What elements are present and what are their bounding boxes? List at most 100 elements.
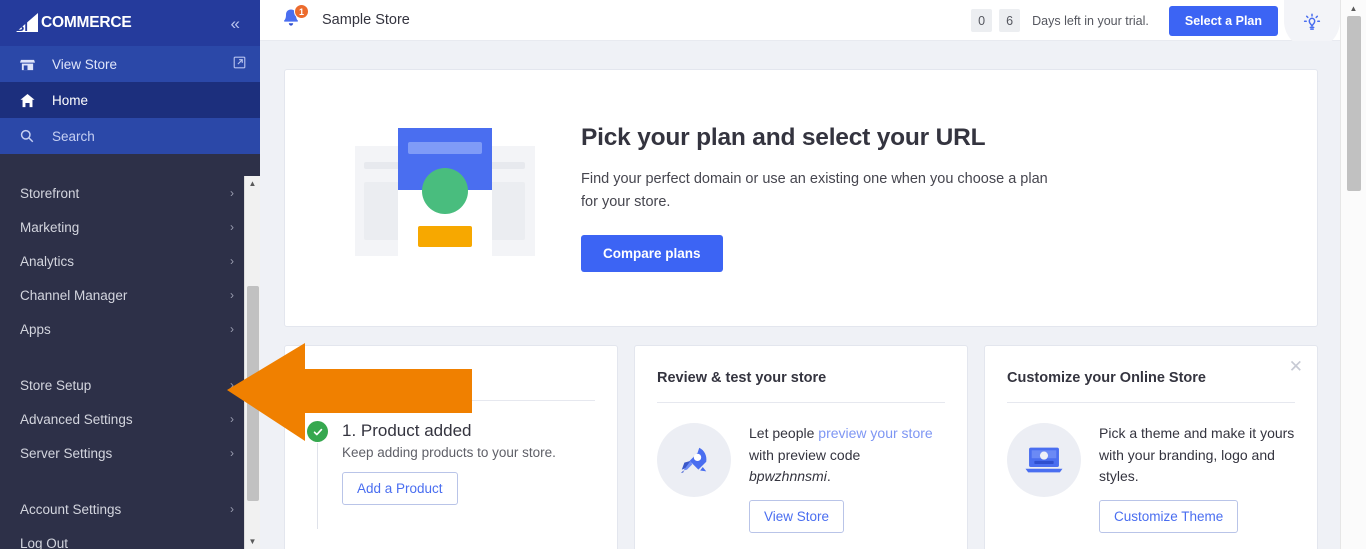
close-icon[interactable]: ✕: [1289, 358, 1303, 375]
search-icon: [20, 129, 40, 143]
card-title: Customize your Online Store: [1007, 370, 1295, 403]
logo-text: COMMERCE: [41, 14, 132, 32]
sidebar-scrollbar-thumb[interactable]: [247, 286, 259, 501]
sidebar-nav-scroll-area: Storefront › Marketing › Analytics › Cha…: [0, 176, 260, 549]
store-name: Sample Store: [322, 12, 410, 28]
sidebar-item-label: Account Settings: [20, 501, 122, 517]
sidebar-item-label: Marketing: [20, 219, 80, 235]
sidebar-item-channel-manager[interactable]: Channel Manager ›: [0, 278, 260, 312]
card-next-steps: RS 1. Product added Keep adding products…: [284, 345, 618, 549]
trial-days-digit-1: 0: [971, 9, 993, 32]
sidebar-item-label: Server Settings: [20, 445, 113, 461]
step-title: 1. Product added: [342, 421, 472, 440]
hero-banner: Pick your plan and select your URL Find …: [284, 69, 1318, 327]
sidebar-item-apps[interactable]: Apps ›: [0, 312, 260, 346]
step-rail: [317, 443, 318, 529]
cards-row: RS 1. Product added Keep adding products…: [284, 345, 1318, 549]
chevron-right-icon: ›: [230, 322, 234, 336]
step-body: 1. Product added Keep adding products to…: [342, 421, 595, 505]
preview-text-before: Let people: [749, 425, 819, 441]
customize-theme-button[interactable]: Customize Theme: [1099, 500, 1239, 534]
home-icon: [20, 93, 40, 108]
chevron-right-icon: ›: [230, 254, 234, 268]
sidebar-item-account-settings[interactable]: Account Settings ›: [0, 492, 260, 526]
main-area: 1 Sample Store 0 6 Days left in your tri…: [260, 0, 1366, 549]
collapse-sidebar-button[interactable]: «: [227, 13, 244, 34]
page-scrollbar-thumb[interactable]: [1347, 16, 1361, 191]
sidebar-scrollbar[interactable]: ▲ ▼: [244, 176, 260, 549]
sidebar-item-label: Home: [52, 92, 89, 108]
scroll-down-arrow-icon[interactable]: ▼: [245, 534, 260, 549]
bigcommerce-logo[interactable]: BI COMMERCE: [14, 12, 132, 34]
scroll-up-arrow-icon[interactable]: ▲: [1341, 0, 1366, 16]
chevron-right-icon: ›: [230, 446, 234, 460]
svg-text:BI: BI: [15, 19, 28, 34]
chevron-right-icon: ›: [230, 502, 234, 516]
bigcommerce-logo-icon: BI: [14, 12, 40, 34]
select-a-plan-button[interactable]: Select a Plan: [1168, 5, 1278, 36]
lightbulb-icon: [1303, 13, 1321, 30]
sidebar-item-label: Search: [52, 128, 95, 144]
trial-text: Days left in your trial.: [1032, 13, 1149, 28]
card-customize-store: ✕ Customize your Online Store Pick a the…: [984, 345, 1318, 549]
chevron-right-icon: ›: [230, 378, 234, 392]
hero-body: Pick your plan and select your URL Find …: [575, 124, 1287, 272]
card-media-row: Let people preview your store with previ…: [657, 423, 945, 534]
card-media-body: Let people preview your store with previ…: [749, 423, 945, 534]
sidebar-item-home[interactable]: Home: [0, 82, 260, 118]
sidebar-item-label: Channel Manager: [20, 287, 128, 303]
sidebar-item-label: Store Setup: [20, 377, 92, 393]
sidebar-item-analytics[interactable]: Analytics ›: [0, 244, 260, 278]
compare-plans-button[interactable]: Compare plans: [581, 234, 723, 272]
store-icon: [20, 57, 40, 72]
page-scrollbar[interactable]: ▲: [1340, 0, 1366, 549]
chevron-right-icon: ›: [230, 220, 234, 234]
view-store-button[interactable]: View Store: [749, 500, 845, 534]
card-media-row: Pick a theme and make it yours with your…: [1007, 423, 1295, 534]
customize-description: Pick a theme and make it yours with your…: [1099, 425, 1295, 485]
chevron-right-icon: ›: [230, 288, 234, 302]
sidebar-group-divider: [0, 346, 260, 368]
sidebar-item-label: Advanced Settings: [20, 411, 133, 427]
preview-description: Let people preview your store with previ…: [749, 423, 945, 488]
notification-badge: 1: [294, 4, 309, 19]
add-a-product-button[interactable]: Add a Product: [342, 472, 458, 505]
sidebar-item-label: Storefront: [20, 185, 80, 201]
step-item: 1. Product added Keep adding products to…: [307, 421, 595, 529]
card-media-body: Pick a theme and make it yours with your…: [1099, 423, 1295, 534]
trial-status: 0 6 Days left in your trial. Select a Pl…: [971, 0, 1278, 41]
check-circle-icon: [307, 421, 328, 442]
rocket-icon: [657, 423, 731, 497]
sidebar-item-server-settings[interactable]: Server Settings ›: [0, 436, 260, 470]
top-bar: 1 Sample Store 0 6 Days left in your tri…: [260, 0, 1366, 49]
hero-title: Pick your plan and select your URL: [581, 124, 986, 152]
sidebar-item-storefront[interactable]: Storefront ›: [0, 176, 260, 210]
sidebar-item-log-out[interactable]: Log Out: [0, 526, 260, 549]
notifications-button[interactable]: 1: [278, 4, 309, 35]
sidebar-item-advanced-settings[interactable]: Advanced Settings ›: [0, 402, 260, 436]
preview-your-store-link[interactable]: preview your store: [818, 425, 932, 441]
sidebar-item-search[interactable]: Search: [0, 118, 260, 154]
sidebar-item-label: Log Out: [20, 535, 69, 549]
sidebar-item-view-store[interactable]: View Store: [0, 46, 260, 82]
sidebar: BI COMMERCE « View Store Home Search Sto…: [0, 0, 260, 549]
preview-code: bpwzhnnsmi: [749, 468, 827, 485]
card-review-test-store: Review & test your store Let people prev…: [634, 345, 968, 549]
laptop-icon: [1007, 423, 1081, 497]
external-link-icon[interactable]: [233, 56, 246, 72]
chevron-right-icon: ›: [230, 186, 234, 200]
preview-text-after: .: [826, 468, 831, 485]
sidebar-item-marketing[interactable]: Marketing ›: [0, 210, 260, 244]
sidebar-item-label: Apps: [20, 321, 51, 337]
sidebar-group-divider: [0, 470, 260, 492]
preview-text-middle: with preview code: [749, 446, 861, 463]
trial-days-digit-2: 6: [999, 9, 1021, 32]
step-subtitle: Keep adding products to your store.: [342, 445, 556, 460]
chevron-right-icon: ›: [230, 412, 234, 426]
sidebar-item-label: Analytics: [20, 253, 75, 269]
scroll-up-arrow-icon[interactable]: ▲: [245, 176, 260, 191]
app-root: BI COMMERCE « View Store Home Search Sto…: [0, 0, 1366, 549]
plan-url-illustration: [315, 116, 575, 281]
card-title: Review & test your store: [657, 370, 945, 403]
sidebar-item-store-setup[interactable]: Store Setup ›: [0, 368, 260, 402]
